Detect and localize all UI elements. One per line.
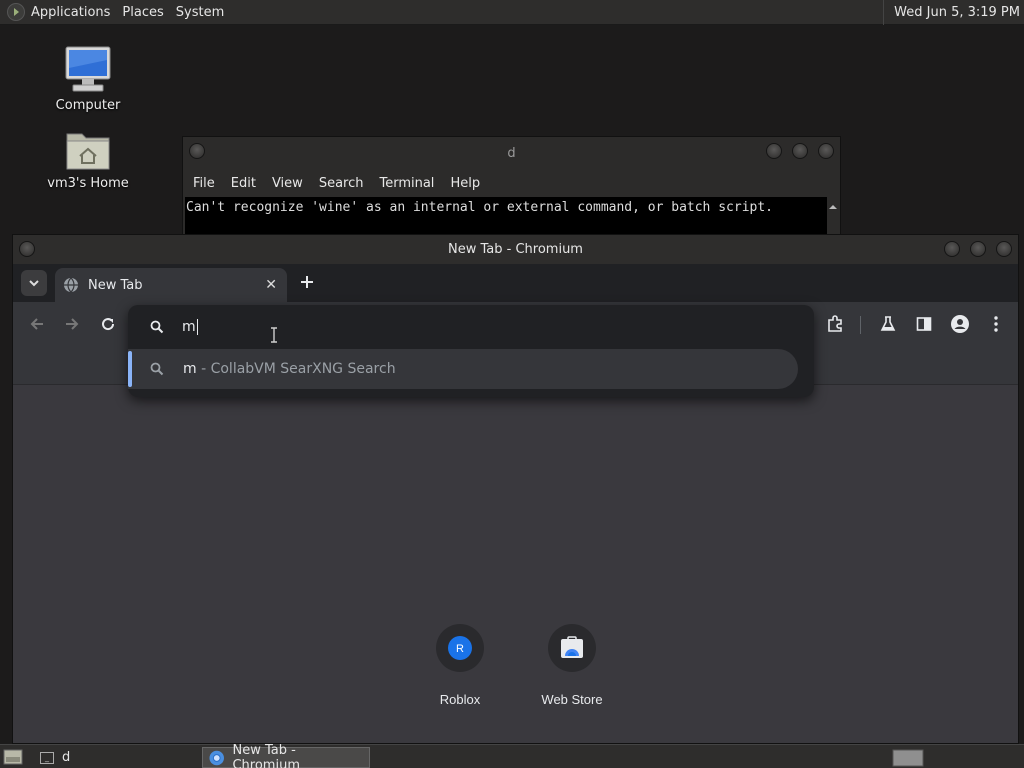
- plus-icon: [301, 276, 313, 288]
- menu-view[interactable]: View: [264, 176, 311, 191]
- clock[interactable]: Wed Jun 5, 3:19 PM: [883, 0, 1020, 25]
- scroll-up-icon[interactable]: [827, 202, 839, 212]
- system-menu[interactable]: System: [170, 0, 230, 25]
- tab-strip: New Tab ✕: [13, 264, 1018, 302]
- omnibox-popup: m m - CollabVM SearXNG Search: [128, 305, 814, 397]
- desktop-icon-label: vm3's Home: [47, 176, 129, 191]
- minimize-button[interactable]: [766, 143, 782, 159]
- task-chromium[interactable]: New Tab - Chromium: [202, 743, 370, 768]
- omnibox-input[interactable]: m: [128, 305, 814, 349]
- menu-search[interactable]: Search: [311, 176, 372, 191]
- menu-help[interactable]: Help: [442, 176, 488, 191]
- desktop-icon-label: Computer: [55, 98, 121, 113]
- profile-button[interactable]: [948, 312, 972, 336]
- desktop-icon-computer[interactable]: Computer: [33, 46, 143, 113]
- desktop-icon-home[interactable]: vm3's Home: [33, 128, 143, 191]
- home-folder-icon: [66, 133, 110, 170]
- text-cursor: [196, 319, 198, 335]
- tab-search-button[interactable]: [21, 270, 47, 296]
- terminal-icon: _: [40, 751, 54, 764]
- window-menu-button[interactable]: [19, 241, 35, 257]
- minimize-button[interactable]: [944, 241, 960, 257]
- ibeam-cursor-icon: [271, 327, 277, 343]
- chromium-titlebar[interactable]: New Tab - Chromium: [13, 235, 1018, 264]
- shortcut-tile: [548, 624, 596, 672]
- suggestion-engine: - CollabVM SearXNG Search: [196, 361, 396, 377]
- puzzle-icon: [828, 315, 842, 332]
- menu-file[interactable]: File: [185, 176, 223, 191]
- suggestion-query: m: [183, 361, 197, 377]
- reload-icon: [102, 318, 115, 331]
- distro-logo-icon[interactable]: [7, 3, 25, 21]
- selection-indicator: [128, 351, 132, 387]
- omnibox-suggestion[interactable]: m - CollabVM SearXNG Search: [128, 349, 798, 389]
- window-menu-button[interactable]: [189, 143, 205, 159]
- terminal-titlebar[interactable]: d: [183, 137, 840, 169]
- show-desktop-icon[interactable]: [3, 748, 23, 766]
- profile-icon: [951, 315, 969, 333]
- task-label: New Tab - Chromium: [232, 742, 300, 768]
- globe-icon: [64, 277, 78, 293]
- window-title: New Tab - Chromium: [448, 242, 583, 257]
- task-label: d: [62, 750, 71, 765]
- computer-icon: [65, 46, 111, 92]
- menu-edit[interactable]: Edit: [223, 176, 264, 191]
- terminal-window: d File Edit View Search Terminal Help Ca…: [182, 136, 841, 246]
- maximize-button[interactable]: [792, 143, 808, 159]
- forward-button[interactable]: [60, 312, 84, 336]
- maximize-button[interactable]: [970, 241, 986, 257]
- toolbar-divider: [860, 316, 861, 334]
- extensions-button[interactable]: [823, 312, 847, 336]
- search-icon: [150, 362, 164, 376]
- search-icon: [150, 320, 164, 334]
- terminal-menubar: File Edit View Search Terminal Help: [183, 169, 840, 197]
- tab-new-tab[interactable]: New Tab ✕: [55, 268, 287, 302]
- terminal-title: d: [507, 145, 516, 161]
- menu-terminal[interactable]: Terminal: [371, 176, 442, 191]
- favicon-letter: R: [456, 643, 464, 655]
- menu-button[interactable]: [984, 312, 1008, 336]
- back-button[interactable]: [25, 312, 49, 336]
- shortcut-roblox[interactable]: R Roblox: [404, 624, 516, 707]
- tab-label: New Tab: [88, 277, 143, 293]
- shortcut-label: Web Store: [541, 692, 603, 707]
- close-button[interactable]: [818, 143, 834, 159]
- flask-icon: [880, 316, 896, 331]
- chevron-down-icon: [29, 280, 39, 287]
- top-panel: Applications Places System Wed Jun 5, 3:…: [0, 0, 1024, 25]
- side-panel-icon: [916, 317, 932, 331]
- new-tab-button[interactable]: [296, 271, 318, 293]
- places-menu[interactable]: Places: [116, 0, 169, 25]
- close-button[interactable]: [996, 241, 1012, 257]
- bottom-panel: _ d New Tab - Chromium: [0, 743, 1024, 768]
- tab-close-icon[interactable]: ✕: [265, 277, 277, 293]
- reload-button[interactable]: [96, 312, 120, 336]
- kebab-menu-icon: [994, 316, 998, 332]
- shortcut-tile: R: [436, 624, 484, 672]
- web-store-icon: [561, 636, 583, 658]
- shortcut-web-store[interactable]: Web Store: [516, 624, 628, 707]
- omnibox-text: m: [182, 319, 196, 335]
- side-panel-button[interactable]: [912, 312, 936, 336]
- arrow-left-icon: [30, 318, 43, 330]
- chromium-icon: [209, 750, 224, 765]
- applications-menu[interactable]: Applications: [25, 0, 116, 25]
- workspace-switcher-icon[interactable]: [892, 747, 924, 767]
- shortcut-label: Roblox: [439, 692, 481, 707]
- roblox-favicon-icon: R: [448, 636, 472, 660]
- labs-button[interactable]: [876, 312, 900, 336]
- task-terminal[interactable]: _ d: [34, 747, 76, 768]
- arrow-right-icon: [66, 318, 79, 330]
